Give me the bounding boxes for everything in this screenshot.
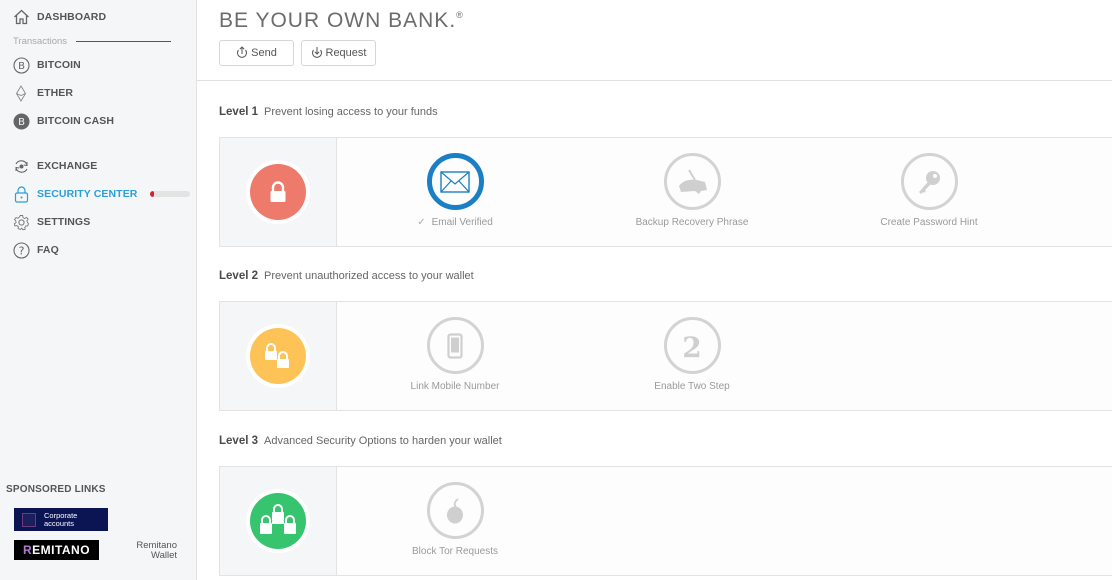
level-name: Level 2	[219, 270, 258, 282]
sidebar-item-label: BITCOIN	[37, 59, 81, 71]
two-step-icon: 2	[663, 317, 721, 374]
corporate-ad-line2: accounts	[44, 518, 75, 528]
sponsored-links-heading: SPONSORED LINKS	[6, 484, 106, 495]
step-email-verified[interactable]: ✓ Email Verified	[355, 138, 555, 246]
level-3-card: Block Tor Requests	[219, 466, 1112, 576]
remitano-logo-text: EMITANO	[32, 543, 91, 557]
download-icon	[311, 46, 323, 61]
envelope-icon	[426, 153, 484, 210]
level-3-title: Level 3 Advanced Security Options to hard…	[219, 435, 502, 447]
ether-icon	[12, 84, 30, 102]
sidebar-item-bitcoin[interactable]: B BITCOIN	[12, 55, 81, 75]
sidebar-item-label: FAQ	[37, 244, 59, 256]
sidebar-item-bitcoin-cash[interactable]: B BITCOIN CASH	[12, 111, 114, 131]
bitcoin-cash-icon: B	[12, 112, 30, 130]
request-button[interactable]: Request	[301, 40, 376, 66]
page-title-text: BE YOUR OWN BANK.	[219, 9, 457, 32]
corporate-logo-icon	[22, 512, 36, 527]
level-2-badge	[220, 302, 337, 410]
step-link-mobile-number[interactable]: Link Mobile Number	[355, 302, 555, 410]
exchange-icon	[12, 157, 30, 175]
step-enable-two-step[interactable]: 2 Enable Two Step	[592, 302, 792, 410]
level-description: Prevent unauthorized access to your wall…	[264, 270, 474, 282]
sidebar-item-label: BITCOIN CASH	[37, 115, 115, 127]
sidebar-item-label: ETHER	[37, 87, 74, 99]
sidebar-item-label: SETTINGS	[37, 216, 91, 228]
double-lock-icon	[250, 328, 306, 384]
sidebar-item-dashboard[interactable]: DASHBOARD	[12, 7, 106, 27]
page-header: BE YOUR OWN BANK.® Send Request	[197, 0, 1112, 81]
step-label: Enable Two Step	[654, 381, 730, 392]
key-icon	[900, 153, 958, 210]
remitano-logo-r: R	[22, 543, 33, 557]
level-1-title: Level 1 Prevent losing access to your fun…	[219, 106, 438, 118]
corporate-accounts-ad[interactable]: Corporate accounts	[14, 508, 108, 531]
transactions-label: Transactions	[13, 36, 68, 47]
tor-onion-icon	[426, 482, 484, 539]
svg-text:2: 2	[682, 332, 701, 360]
request-label: Request	[325, 47, 367, 59]
transactions-section-label: Transactions	[13, 36, 172, 47]
remitano-wallet-link[interactable]: Remitano Wallet	[120, 541, 177, 561]
step-backup-recovery-phrase[interactable]: Backup Recovery Phrase	[592, 138, 792, 246]
single-lock-icon	[250, 164, 306, 220]
sidebar-item-security-center[interactable]: SECURITY CENTER	[12, 184, 190, 204]
remitano-wallet-line2: Wallet	[150, 550, 177, 561]
app: DASHBOARD Transactions B BITCOIN ETHER B…	[0, 0, 1112, 580]
step-label: ✓ Email Verified	[417, 217, 493, 228]
send-button[interactable]: Send	[219, 40, 294, 66]
corporate-ad-text: Corporate accounts	[44, 511, 77, 528]
sidebar-item-ether[interactable]: ETHER	[12, 83, 73, 103]
svg-text:B: B	[18, 61, 25, 72]
page-title: BE YOUR OWN BANK.®	[219, 9, 464, 33]
step-label: Link Mobile Number	[410, 381, 500, 392]
level-description: Prevent losing access to your funds	[264, 106, 438, 118]
level-2-title: Level 2 Prevent unauthorized access to yo…	[219, 270, 474, 282]
step-create-password-hint[interactable]: Create Password Hint	[829, 138, 1029, 246]
lock-icon	[12, 185, 30, 203]
level-name: Level 1	[219, 106, 258, 118]
sidebar-item-label: SECURITY CENTER	[37, 188, 138, 200]
step-label: Block Tor Requests	[412, 546, 498, 557]
level-description: Advanced Security Options to harden your…	[264, 435, 502, 447]
sidebar-item-settings[interactable]: SETTINGS	[12, 212, 90, 232]
home-icon	[12, 8, 30, 26]
step-label-text: Email Verified	[431, 217, 493, 228]
level-1-card: ✓ Email Verified Backup Recovery Phrase C…	[219, 137, 1112, 247]
security-progress-bar	[149, 191, 190, 197]
backup-phrase-icon	[663, 153, 721, 210]
bitcoin-icon: B	[12, 56, 30, 74]
question-icon: ?	[12, 241, 30, 259]
sidebar-item-label: DASHBOARD	[37, 11, 107, 23]
registered-mark: ®	[456, 10, 464, 20]
triple-lock-icon	[250, 493, 306, 549]
step-label: Create Password Hint	[880, 217, 978, 228]
svg-text:?: ?	[18, 244, 24, 257]
mobile-phone-icon	[426, 317, 484, 374]
send-label: Send	[251, 47, 277, 59]
level-1-badge	[220, 138, 337, 246]
upload-icon	[236, 45, 248, 61]
remitano-ad[interactable]: R EMITANO	[14, 540, 99, 560]
gear-icon	[12, 213, 30, 231]
svg-text:B: B	[18, 117, 25, 128]
level-2-card: Link Mobile Number 2 Enable Two Step	[219, 301, 1112, 411]
check-icon: ✓	[417, 217, 426, 228]
sidebar-item-exchange[interactable]: EXCHANGE	[12, 156, 97, 176]
main-content: BE YOUR OWN BANK.® Send Request Level 1 P…	[197, 0, 1112, 580]
section-divider	[76, 41, 172, 42]
sidebar: DASHBOARD Transactions B BITCOIN ETHER B…	[0, 0, 197, 580]
level-name: Level 3	[219, 435, 258, 447]
step-label: Backup Recovery Phrase	[635, 217, 749, 228]
level-3-badge	[220, 467, 337, 575]
security-progress-fill	[149, 191, 154, 197]
sidebar-item-faq[interactable]: ? FAQ	[12, 240, 59, 260]
sidebar-item-label: EXCHANGE	[37, 160, 98, 172]
step-block-tor-requests[interactable]: Block Tor Requests	[355, 467, 555, 575]
